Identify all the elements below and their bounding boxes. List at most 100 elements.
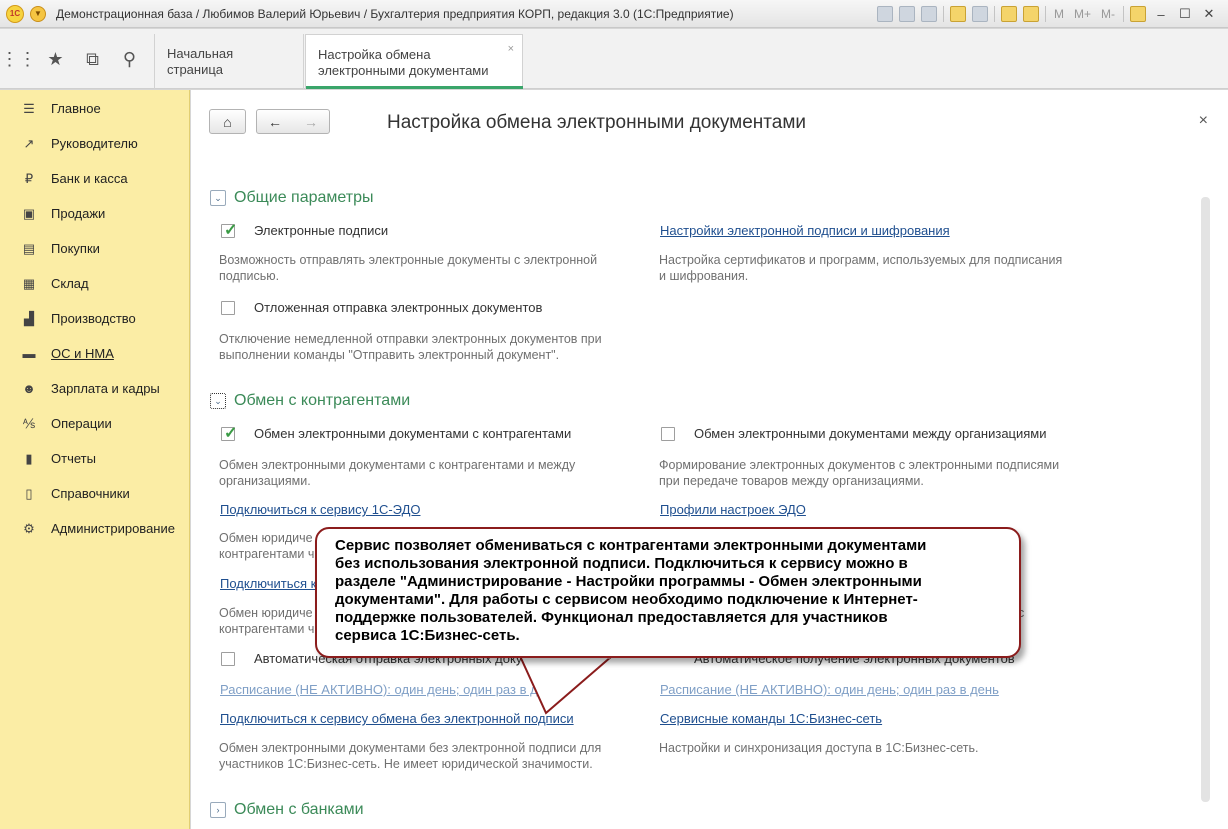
save-icon[interactable] (876, 6, 893, 22)
vertical-scrollbar[interactable] (1201, 197, 1210, 802)
forward-arrow-icon[interactable]: → (293, 114, 329, 130)
group-general[interactable]: ⌄ Общие параметры (210, 189, 374, 207)
sidebar-item-label: Производство (51, 311, 136, 326)
calendar-icon[interactable] (1022, 6, 1039, 22)
signatures-checkbox[interactable]: ✓ (221, 222, 237, 239)
deferred-send-checkbox[interactable] (221, 301, 235, 315)
sidebar-item-label: ОС и НМА (51, 346, 114, 361)
partial-connect-link[interactable]: Подключиться к (220, 576, 316, 591)
sidebar-item-fixed-assets[interactable]: ▬ ОС и НМА (0, 336, 190, 371)
between-orgs-checkbox[interactable] (661, 427, 675, 441)
tab-label: Настройка обмена электронными документам… (318, 47, 489, 78)
operations-icon: ⅍ (22, 416, 36, 431)
signatures-desc: Возможность отправлять электронные докум… (219, 253, 598, 283)
search-icon[interactable]: ⚲ (111, 49, 148, 70)
form-area: ⌂ ← → Настройка обмена электронными доку… (191, 90, 1228, 829)
preview-icon[interactable] (920, 6, 937, 22)
edo-profiles-link[interactable]: Профили настроек ЭДО (660, 502, 806, 517)
maximize-button[interactable]: ☐ (1176, 6, 1194, 22)
collapse-chevron-icon[interactable]: ⌄ (210, 190, 226, 206)
menu-icon: ☰ (23, 100, 35, 116)
service-commands-desc: Настройки и синхронизация доступа в 1С:Б… (659, 741, 979, 755)
warehouse-icon: ▦ (22, 275, 36, 291)
partial-desc-2: Обмен юридиче контрагентами ч (219, 606, 315, 636)
deferred-send-label: Отложенная отправка электронных документ… (254, 300, 543, 315)
between-orgs-desc: Формирование электронных документов с эл… (659, 458, 1060, 488)
tab-close-icon[interactable]: × (508, 41, 514, 57)
home-icon: ⌂ (223, 113, 232, 130)
group-counterparties[interactable]: ⌄ Обмен с контрагентами (210, 392, 410, 410)
sidebar-item-manager[interactable]: ↗ Руководителю (0, 126, 190, 161)
sidebar-item-label: Покупки (51, 241, 100, 256)
sidebar-item-bank[interactable]: ₽ Банк и касса (0, 161, 190, 196)
main-menu-button[interactable]: ▼ (30, 5, 46, 22)
minimize-button[interactable]: – (1152, 7, 1170, 22)
connect-edo-link[interactable]: Подключиться к сервису 1С-ЭДО (220, 502, 420, 517)
history-icon[interactable]: ⧉ (74, 49, 111, 70)
group-banks[interactable]: › Обмен с банками (210, 801, 364, 819)
collapse-chevron-icon[interactable]: ⌄ (210, 393, 226, 409)
sidebar-item-label: Руководителю (51, 136, 138, 151)
bar-chart-icon: ▮ (25, 450, 33, 466)
grid-menu-icon[interactable]: ⋮⋮ (0, 49, 37, 70)
sidebar-item-admin[interactable]: ⚙ Администрирование (0, 511, 190, 546)
counterparty-exchange-checkbox[interactable]: ✓ (221, 425, 237, 442)
top-panel: ⋮⋮ ★ ⧉ ⚲ Начальная страница Настройка об… (0, 29, 1228, 89)
sidebar-item-sales[interactable]: ▣ Продажи (0, 196, 190, 231)
truck-icon: ▬ (22, 346, 36, 361)
sidebar-item-production[interactable]: ▟ Производство (0, 301, 190, 336)
sidebar-item-label: Справочники (51, 486, 130, 501)
info-icon[interactable] (1130, 6, 1146, 22)
panel-tools: ⋮⋮ ★ ⧉ ⚲ (0, 29, 154, 89)
sidebar-item-reports[interactable]: ▮ Отчеты (0, 441, 190, 476)
calculator-icon[interactable] (1000, 6, 1017, 22)
link-icon[interactable] (971, 6, 988, 22)
sidebar-item-label: Отчеты (51, 451, 96, 466)
expand-chevron-icon[interactable]: › (210, 802, 226, 818)
gear-icon: ⚙ (23, 520, 35, 536)
form-close-button[interactable]: × (1199, 112, 1208, 130)
memory-plus-button[interactable]: M+ (1072, 7, 1093, 21)
people-icon: ☻ (22, 381, 36, 396)
schedule-receive-link[interactable]: Расписание (НЕ АКТИВНО): один день; один… (660, 682, 999, 697)
sidebar-item-purchases[interactable]: ▤ Покупки (0, 231, 190, 266)
group-counterparties-title: Обмен с контрагентами (234, 392, 411, 409)
back-arrow-icon[interactable]: ← (257, 114, 293, 130)
signature-settings-desc: Настройка сертификатов и программ, испол… (659, 253, 1063, 283)
sidebar-item-warehouse[interactable]: ▦ Склад (0, 266, 190, 301)
memory-minus-button[interactable]: M- (1099, 7, 1117, 21)
schedule-send-link[interactable]: Расписание (НЕ АКТИВНО): один день; один… (220, 682, 559, 697)
memory-button[interactable]: M (1052, 7, 1066, 21)
checkmark-icon: ✓ (224, 222, 238, 239)
connect-nosign-link[interactable]: Подключиться к сервису обмена без электр… (220, 711, 574, 726)
sidebar-item-salary[interactable]: ☻ Зарплата и кадры (0, 371, 190, 406)
tab-edo-settings[interactable]: Настройка обмена электронными документам… (305, 34, 523, 89)
sidebar-item-label: Склад (51, 276, 89, 291)
counterparty-exchange-label: Обмен электронными документами с контраг… (254, 426, 572, 441)
book-icon: ▯ (25, 485, 33, 501)
callout-annotation: Сервис позволяет обмениваться с контраге… (315, 527, 1021, 658)
connect-nosign-desc: Обмен электронными документами без элект… (219, 741, 602, 771)
between-orgs-label: Обмен электронными документами между орг… (694, 426, 1047, 441)
star-icon[interactable]: ★ (37, 49, 74, 70)
counterparty-exchange-desc: Обмен электронными документами с контраг… (219, 458, 576, 488)
form-title: Настройка обмена электронными документам… (387, 112, 807, 133)
home-button[interactable]: ⌂ (209, 109, 246, 134)
trend-icon: ↗ (23, 135, 35, 151)
signatures-label: Электронные подписи (254, 223, 389, 238)
sections-sidebar: ☰ Главное ↗ Руководителю ₽ Банк и касса ▣ Пр… (0, 90, 190, 829)
titlebar-tools: M M+ M- – ☐ ✕ (876, 0, 1228, 28)
favorites-icon[interactable] (949, 6, 966, 22)
window-titlebar: 1С ▼ Демонстрационная база / Любимов Вал… (0, 0, 1228, 28)
window-close-button[interactable]: ✕ (1200, 6, 1218, 22)
tab-home[interactable]: Начальная страница (154, 34, 304, 89)
sidebar-item-catalogs[interactable]: ▯ Справочники (0, 476, 190, 511)
cart-icon: ▤ (22, 240, 36, 256)
service-commands-link[interactable]: Сервисные команды 1С:Бизнес-сеть (660, 711, 882, 726)
separator (1123, 6, 1124, 22)
signature-settings-link[interactable]: Настройки электронной подписи и шифрован… (660, 223, 950, 238)
sidebar-item-operations[interactable]: ⅍ Операции (0, 406, 190, 441)
sidebar-item-main[interactable]: ☰ Главное (0, 91, 190, 126)
auto-send-checkbox[interactable] (221, 652, 235, 666)
print-icon[interactable] (898, 6, 915, 22)
